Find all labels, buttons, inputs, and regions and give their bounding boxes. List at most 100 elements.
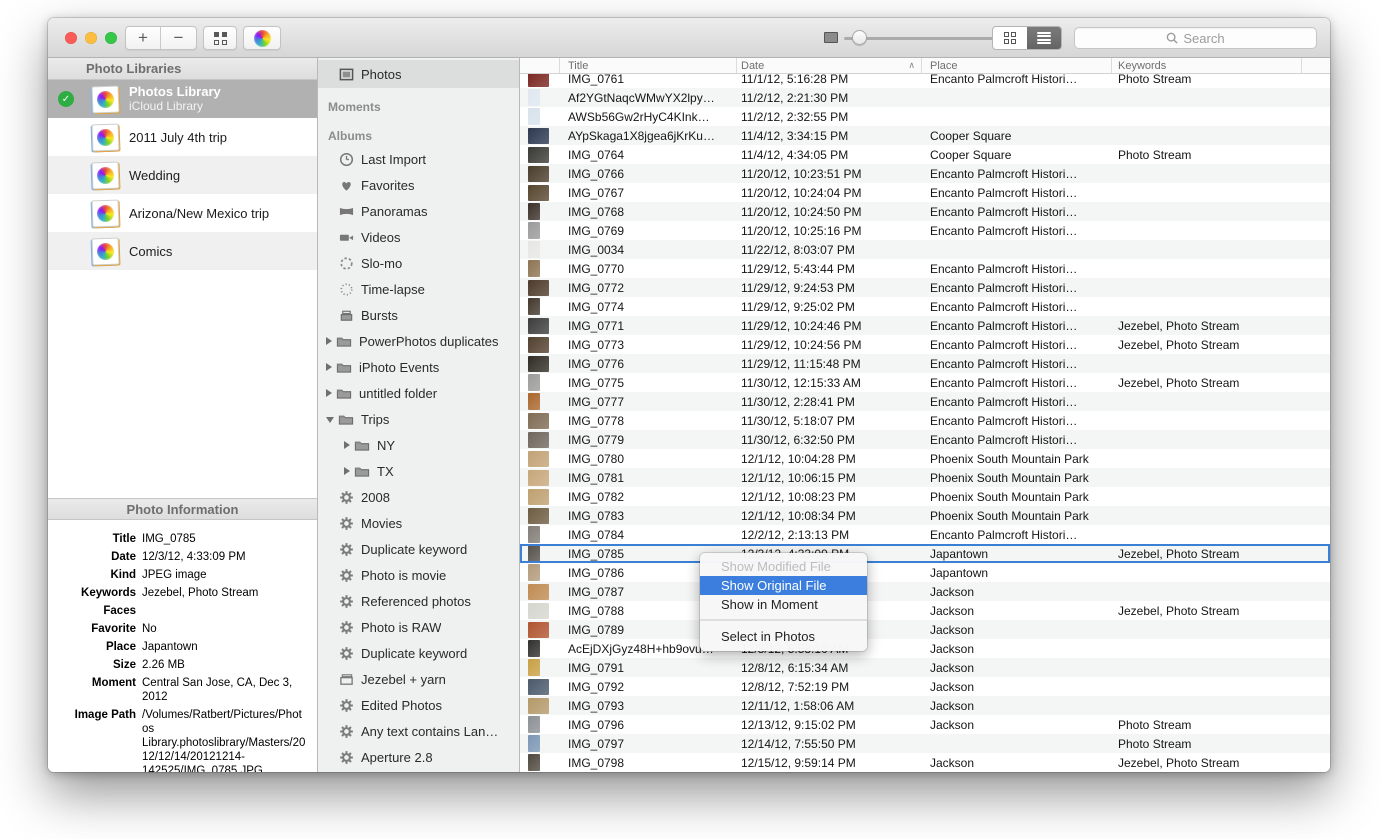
library-item[interactable]: Comics — [48, 232, 317, 270]
table-row[interactable]: IMG_077511/30/12, 12:15:33 AMEncanto Pal… — [520, 373, 1330, 392]
add-library-button[interactable]: + — [126, 27, 161, 49]
menu-item-show-modified-file[interactable]: Show Modified File — [700, 557, 867, 576]
table-row[interactable]: AcEjDXjGyz48H+hb9ovu…12/8/12, 5:58:10 AM… — [520, 639, 1330, 658]
table-row[interactable]: IMG_079212/8/12, 7:52:19 PMJackson — [520, 677, 1330, 696]
menu-item-show-in-moment[interactable]: Show in Moment — [700, 595, 867, 614]
disclosure-triangle-icon[interactable] — [326, 389, 332, 397]
table-row[interactable]: IMG_077611/29/12, 11:15:48 PMEncanto Pal… — [520, 354, 1330, 373]
table-row[interactable]: IMG_076711/20/12, 10:24:04 PMEncanto Pal… — [520, 183, 1330, 202]
sidebar-item[interactable]: Duplicate keyword — [318, 640, 519, 666]
table-row[interactable]: IMG_077811/30/12, 5:18:07 PMEncanto Palm… — [520, 411, 1330, 430]
sidebar-item[interactable]: Duplicate keyword — [318, 536, 519, 562]
open-in-photos-button[interactable] — [243, 26, 281, 50]
sidebar-item[interactable]: Aperture 2.8 — [318, 744, 519, 770]
disclosure-triangle-icon[interactable] — [326, 363, 332, 371]
zoom-button[interactable] — [105, 32, 117, 44]
search-field[interactable]: Search — [1074, 27, 1317, 49]
sidebar-item[interactable]: Photos — [318, 60, 519, 88]
disclosure-triangle-icon[interactable] — [344, 441, 350, 449]
sidebar-item[interactable]: PowerPhotos duplicates — [318, 328, 519, 354]
content-area: Photo Libraries ✓Photos LibraryiCloud Li… — [48, 58, 1330, 772]
sidebar-item[interactable]: Bursts — [318, 302, 519, 328]
table-row[interactable]: IMG_077411/29/12, 9:25:02 PMEncanto Palm… — [520, 297, 1330, 316]
slider-track[interactable] — [844, 37, 1003, 40]
sidebar-item[interactable]: iPhoto Events — [318, 354, 519, 380]
table-row[interactable]: IMG_077011/29/12, 5:43:44 PMEncanto Palm… — [520, 259, 1330, 278]
table-row[interactable]: IMG_078112/1/12, 10:06:15 PMPhoenix Sout… — [520, 468, 1330, 487]
table-row[interactable]: IMG_003411/22/12, 8:03:07 PM — [520, 240, 1330, 259]
table-row[interactable]: IMG_079612/13/12, 9:15:02 PMJacksonPhoto… — [520, 715, 1330, 734]
table-row[interactable]: Af2YGtNaqcWMwYX2lpy…11/2/12, 2:21:30 PM — [520, 88, 1330, 107]
table-row[interactable]: IMG_078212/1/12, 10:08:23 PMPhoenix Sout… — [520, 487, 1330, 506]
library-subtitle: iCloud Library — [129, 99, 221, 114]
sidebar-item[interactable]: Photo is RAW — [318, 614, 519, 640]
sidebar-item[interactable]: NY — [318, 432, 519, 458]
column-header-date[interactable]: Date∧ — [737, 58, 922, 73]
sidebar-item[interactable]: Trips — [318, 406, 519, 432]
sidebar-item[interactable]: 2008 — [318, 484, 519, 510]
table-row[interactable]: IMG_076111/1/12, 5:16:28 PMEncanto Palmc… — [520, 74, 1330, 88]
sidebar-item[interactable]: Any text contains Lan… — [318, 718, 519, 744]
table-row[interactable]: IMG_079312/11/12, 1:58:06 AMJackson — [520, 696, 1330, 715]
disclosure-triangle-icon[interactable] — [326, 417, 334, 423]
table-row[interactable]: IMG_077711/30/12, 2:28:41 PMEncanto Palm… — [520, 392, 1330, 411]
table-row[interactable]: IMG_077911/30/12, 6:32:50 PMEncanto Palm… — [520, 430, 1330, 449]
library-item[interactable]: ✓Photos LibraryiCloud Library — [48, 80, 317, 118]
column-header-title[interactable]: Title — [560, 58, 737, 73]
table-row[interactable]: IMG_076611/20/12, 10:23:51 PMEncanto Pal… — [520, 164, 1330, 183]
sidebar-item[interactable]: Last Import — [318, 146, 519, 172]
column-header-keywords[interactable]: Keywords — [1112, 58, 1302, 73]
table-row[interactable]: AWSb56Gw2rHyC4KInk…11/2/12, 2:32:55 PM — [520, 107, 1330, 126]
sidebar-item[interactable]: TX — [318, 458, 519, 484]
table-row[interactable]: IMG_078012/1/12, 10:04:28 PMPhoenix Sout… — [520, 449, 1330, 468]
sidebar-item[interactable]: Slo-mo — [318, 250, 519, 276]
list-view-button[interactable] — [1027, 27, 1061, 49]
menu-item-select-in-photos[interactable]: Select in Photos — [700, 627, 867, 646]
sidebar-item[interactable]: Videos — [318, 224, 519, 250]
sidebar-item[interactable]: Panoramas — [318, 198, 519, 224]
table-row[interactable]: IMG_078412/2/12, 2:13:13 PMEncanto Palmc… — [520, 525, 1330, 544]
sidebar-item[interactable]: untitled folder — [318, 380, 519, 406]
sidebar-item[interactable]: Time-lapse — [318, 276, 519, 302]
library-name: Comics — [129, 244, 172, 259]
column-header-label: Keywords — [1118, 60, 1166, 72]
table-row[interactable]: IMG_076911/20/12, 10:25:16 PMEncanto Pal… — [520, 221, 1330, 240]
sidebar-item[interactable]: Favorites — [318, 172, 519, 198]
table-row[interactable]: IMG_0786Japantown — [520, 563, 1330, 582]
table-row[interactable]: IMG_077211/29/12, 9:24:53 PMEncanto Palm… — [520, 278, 1330, 297]
column-header-place[interactable]: Place — [922, 58, 1112, 73]
table-row[interactable]: IMG_077311/29/12, 10:24:56 PMEncanto Pal… — [520, 335, 1330, 354]
info-value: Central San Jose, CA, Dec 3, 2012 — [142, 676, 307, 704]
disclosure-triangle-icon[interactable] — [344, 467, 350, 475]
sidebar-item[interactable]: Movies — [318, 510, 519, 536]
slider-knob[interactable] — [852, 30, 867, 45]
library-item[interactable]: 2011 July 4th trip — [48, 118, 317, 156]
sidebar-item[interactable]: Jezebel + yarn — [318, 666, 519, 692]
table-row[interactable]: IMG_0789Jackson — [520, 620, 1330, 639]
remove-library-button[interactable]: − — [161, 27, 196, 49]
table-row[interactable]: IMG_078312/1/12, 10:08:34 PMPhoenix Sout… — [520, 506, 1330, 525]
table-row[interactable]: IMG_0788JacksonJezebel, Photo Stream — [520, 601, 1330, 620]
table-row[interactable]: IMG_077111/29/12, 10:24:46 PMEncanto Pal… — [520, 316, 1330, 335]
sidebar-item[interactable]: Edited Photos — [318, 692, 519, 718]
column-header-thumbnail[interactable] — [520, 58, 560, 73]
table-row[interactable]: IMG_076411/4/12, 4:34:05 PMCooper Square… — [520, 145, 1330, 164]
sidebar-item[interactable]: Referenced photos — [318, 588, 519, 614]
table-row[interactable]: IMG_076811/20/12, 10:24:50 PMEncanto Pal… — [520, 202, 1330, 221]
date-cell: 12/2/12, 2:13:13 PM — [737, 528, 922, 542]
library-browser-button[interactable] — [203, 26, 237, 50]
minimize-button[interactable] — [85, 32, 97, 44]
table-row[interactable]: IMG_0787Jackson — [520, 582, 1330, 601]
table-row[interactable]: IMG_079112/8/12, 6:15:34 AMJackson — [520, 658, 1330, 677]
menu-item-show-original-file[interactable]: Show Original File — [700, 576, 867, 595]
table-row[interactable]: IMG_078512/3/12, 4:33:09 PMJapantownJeze… — [520, 544, 1330, 563]
table-row[interactable]: IMG_079712/14/12, 7:55:50 PMPhoto Stream — [520, 734, 1330, 753]
close-button[interactable] — [65, 32, 77, 44]
table-row[interactable]: AYpSkaga1X8jgea6jKrKu…11/4/12, 3:34:15 P… — [520, 126, 1330, 145]
sidebar-item[interactable]: Photo is movie — [318, 562, 519, 588]
disclosure-triangle-icon[interactable] — [326, 337, 332, 345]
grid-view-button[interactable] — [993, 27, 1027, 49]
table-row[interactable]: IMG_079812/15/12, 9:59:14 PMJacksonJezeb… — [520, 753, 1330, 772]
library-item[interactable]: Wedding — [48, 156, 317, 194]
library-item[interactable]: Arizona/New Mexico trip — [48, 194, 317, 232]
